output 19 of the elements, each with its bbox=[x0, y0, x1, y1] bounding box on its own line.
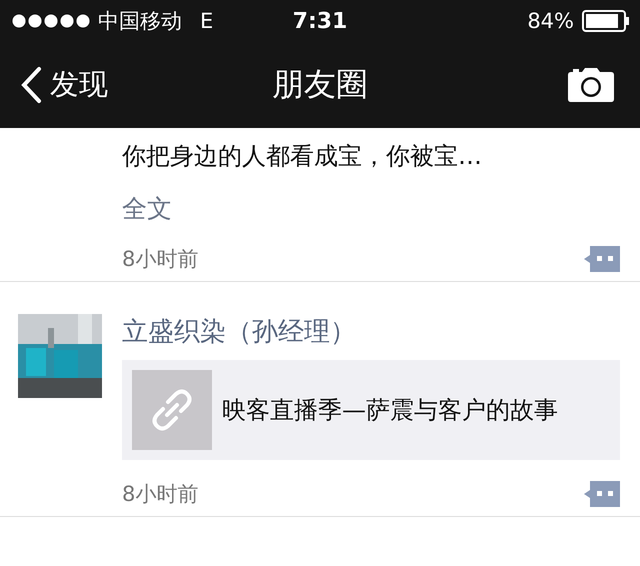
back-button[interactable]: 发现 bbox=[20, 65, 108, 105]
post-time: 8小时前 bbox=[122, 246, 198, 273]
back-chevron-icon bbox=[20, 66, 42, 104]
battery-percent: 84% bbox=[527, 9, 574, 33]
battery-icon bbox=[582, 10, 630, 32]
link-card[interactable]: 映客直播季—萨震与客户的故事 bbox=[122, 360, 620, 460]
page-title: 朋友圈 bbox=[272, 64, 368, 105]
network-type: E bbox=[200, 9, 214, 33]
post-text: 你把身边的人都看成宝，你被宝… bbox=[122, 141, 482, 172]
carrier-name: 中国移动 bbox=[98, 8, 182, 35]
link-title: 映客直播季—萨震与客户的故事 bbox=[222, 394, 558, 426]
author-name[interactable]: 立盛织染（孙经理） bbox=[122, 314, 356, 350]
comment-icon[interactable] bbox=[584, 246, 620, 272]
post-time: 8小时前 bbox=[122, 481, 198, 508]
expand-link[interactable]: 全文 bbox=[122, 192, 172, 225]
signal-icon bbox=[12, 14, 90, 28]
status-time: 7:31 bbox=[292, 8, 348, 34]
camera-icon[interactable] bbox=[568, 68, 614, 102]
comment-icon[interactable] bbox=[584, 481, 620, 507]
